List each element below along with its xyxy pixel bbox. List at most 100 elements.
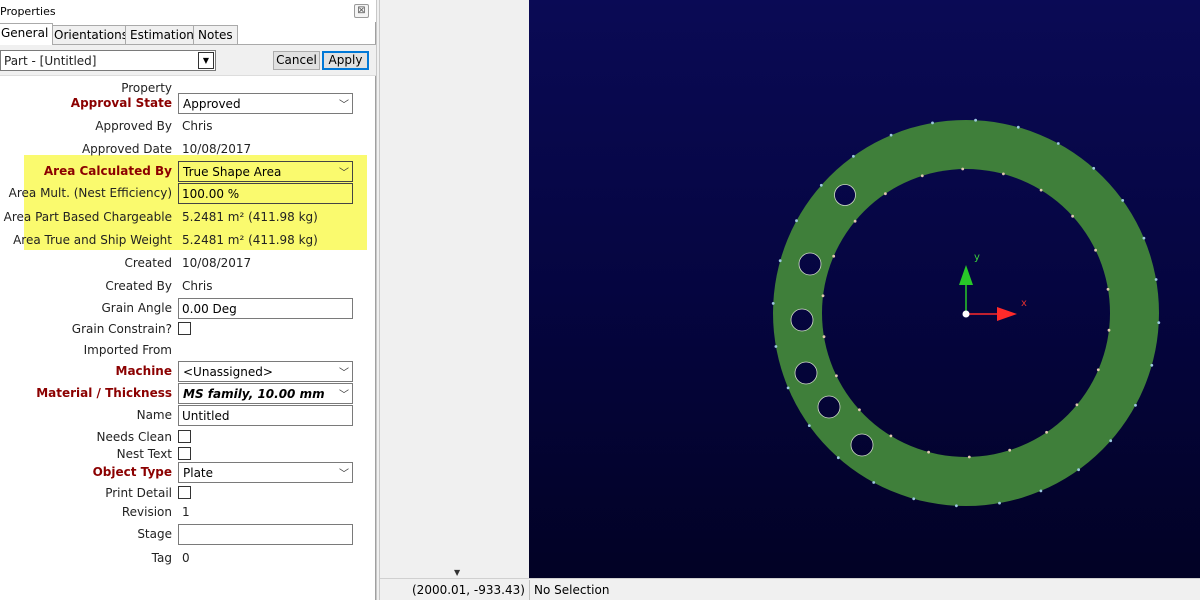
y-axis-label: y: [974, 252, 980, 263]
name-value: Untitled: [182, 409, 230, 423]
outline-marker: [858, 408, 861, 412]
outline-marker: [889, 434, 893, 438]
approval-state-value: Approved: [183, 97, 241, 111]
outline-marker: [1157, 321, 1161, 324]
needs-clean-checkbox[interactable]: [178, 430, 191, 443]
prop-row-machine: Machine <Unassigned> ﹀: [0, 361, 376, 382]
panel-splitter[interactable]: [376, 0, 380, 600]
prop-label: Revision: [121, 505, 172, 519]
prop-label: Area Calculated By: [43, 164, 172, 178]
tab-notes[interactable]: Notes: [193, 25, 238, 45]
outline-marker: [821, 294, 825, 298]
prop-label: Approval State: [70, 96, 172, 110]
object-type-value: Plate: [183, 466, 214, 480]
outline-marker: [872, 481, 876, 484]
outline-marker: [955, 504, 958, 508]
machine-dropdown[interactable]: <Unassigned> ﹀: [178, 361, 353, 382]
prop-label: Approved By: [95, 119, 172, 133]
approved-by-value: Chris: [182, 119, 213, 133]
prop-row-nest-text: Nest Text: [0, 444, 376, 464]
area-calculated-by-dropdown[interactable]: True Shape Area ﹀: [178, 161, 353, 182]
outline-marker: [1121, 199, 1125, 202]
prop-label: Approved Date: [81, 142, 172, 156]
outline-marker: [884, 192, 887, 196]
nest-text-checkbox[interactable]: [178, 447, 191, 460]
chevron-down-icon: ﹀: [339, 168, 349, 179]
outline-marker: [998, 501, 1001, 505]
dropdown-arrow-icon[interactable]: ▼: [198, 52, 214, 69]
part-selector-value: Part - [Untitled]: [4, 54, 97, 68]
outline-marker: [961, 167, 965, 171]
tab-general[interactable]: General: [0, 23, 54, 45]
approved-date-value: 10/08/2017: [182, 142, 252, 156]
chevron-down-icon: ﹀: [339, 100, 349, 111]
outline-marker: [771, 302, 775, 305]
drawing-canvas[interactable]: x y: [529, 0, 1200, 578]
grain-angle-field[interactable]: 0.00 Deg: [178, 298, 353, 319]
outline-marker: [1016, 125, 1020, 129]
outline-marker: [1039, 188, 1043, 192]
area-true-ship-value: 5.2481 m² (411.98 kg): [182, 233, 318, 247]
prop-label: Tag: [151, 551, 172, 565]
outline-marker: [920, 174, 924, 178]
origin-point: [962, 310, 970, 318]
outline-marker: [1142, 236, 1146, 240]
grain-constrain-checkbox[interactable]: [178, 322, 191, 335]
panel-title: Properties: [0, 5, 56, 18]
outline-marker: [853, 219, 857, 223]
outline-marker: [786, 386, 790, 390]
apply-button[interactable]: Apply: [322, 51, 369, 70]
prop-row-approved-by: Approved By Chris: [0, 116, 376, 136]
outline-marker: [1092, 166, 1096, 170]
tab-estimation[interactable]: Estimation: [125, 25, 199, 45]
prop-label: Nest Text: [116, 447, 172, 461]
prop-label: Created By: [105, 279, 172, 293]
prop-row-area-true-ship: Area True and Ship Weight 5.2481 m² (411…: [0, 230, 376, 250]
print-detail-checkbox[interactable]: [178, 486, 191, 499]
revision-value: 1: [182, 505, 190, 519]
prop-label: Area True and Ship Weight: [13, 233, 172, 247]
outline-marker: [1045, 430, 1048, 434]
outline-marker: [1071, 214, 1074, 218]
created-value: 10/08/2017: [182, 256, 252, 270]
prop-row-area-mult: Area Mult. (Nest Efficiency) 100.00 %: [0, 183, 376, 204]
area-mult-field[interactable]: 100.00 %: [178, 183, 353, 204]
prop-row-material: Material / Thickness MS family, 10.00 mm…: [0, 383, 376, 404]
outline-marker: [778, 259, 782, 263]
prop-row-stage: Stage: [0, 524, 376, 545]
status-bar: (2000.01, -933.43) No Selection: [380, 578, 1200, 600]
outline-marker: [795, 219, 798, 223]
close-icon[interactable]: ⊠: [354, 4, 369, 18]
outline-marker: [835, 374, 838, 378]
outline-marker: [912, 497, 916, 501]
prop-row-grain-angle: Grain Angle 0.00 Deg: [0, 298, 376, 319]
outline-marker: [967, 455, 971, 459]
expand-arrow-icon[interactable]: ▼: [454, 568, 460, 577]
prop-label: Needs Clean: [96, 430, 172, 444]
prop-label: Area Part Based Chargeable: [3, 210, 172, 224]
outline-marker: [1154, 278, 1158, 281]
material-dropdown[interactable]: MS family, 10.00 mm ﹀: [178, 383, 353, 404]
panel-titlebar: Properties ⊠: [0, 0, 376, 22]
prop-label: Object Type: [92, 465, 172, 479]
outline-marker: [1008, 448, 1012, 452]
cancel-button[interactable]: Cancel: [273, 51, 320, 70]
outline-marker: [1109, 439, 1113, 443]
properties-panel: Properties ⊠ General Orientations Estima…: [0, 0, 376, 600]
tag-value: 0: [182, 551, 190, 565]
outline-marker: [1107, 328, 1111, 332]
prop-label: Stage: [137, 527, 172, 541]
outline-marker: [1077, 468, 1080, 472]
part-selector[interactable]: Part - [Untitled] ▼: [0, 50, 216, 71]
approval-state-dropdown[interactable]: Approved ﹀: [178, 93, 353, 114]
side-pane: [376, 0, 529, 578]
outline-marker: [1039, 489, 1043, 493]
prop-label: Imported From: [83, 343, 172, 357]
stage-field[interactable]: [178, 524, 353, 545]
prop-row-created: Created 10/08/2017: [0, 253, 376, 273]
status-divider: [529, 580, 530, 600]
name-field[interactable]: Untitled: [178, 405, 353, 426]
outline-marker: [832, 254, 836, 258]
object-type-dropdown[interactable]: Plate ﹀: [178, 462, 353, 483]
tab-orientations[interactable]: Orientations: [49, 25, 133, 45]
